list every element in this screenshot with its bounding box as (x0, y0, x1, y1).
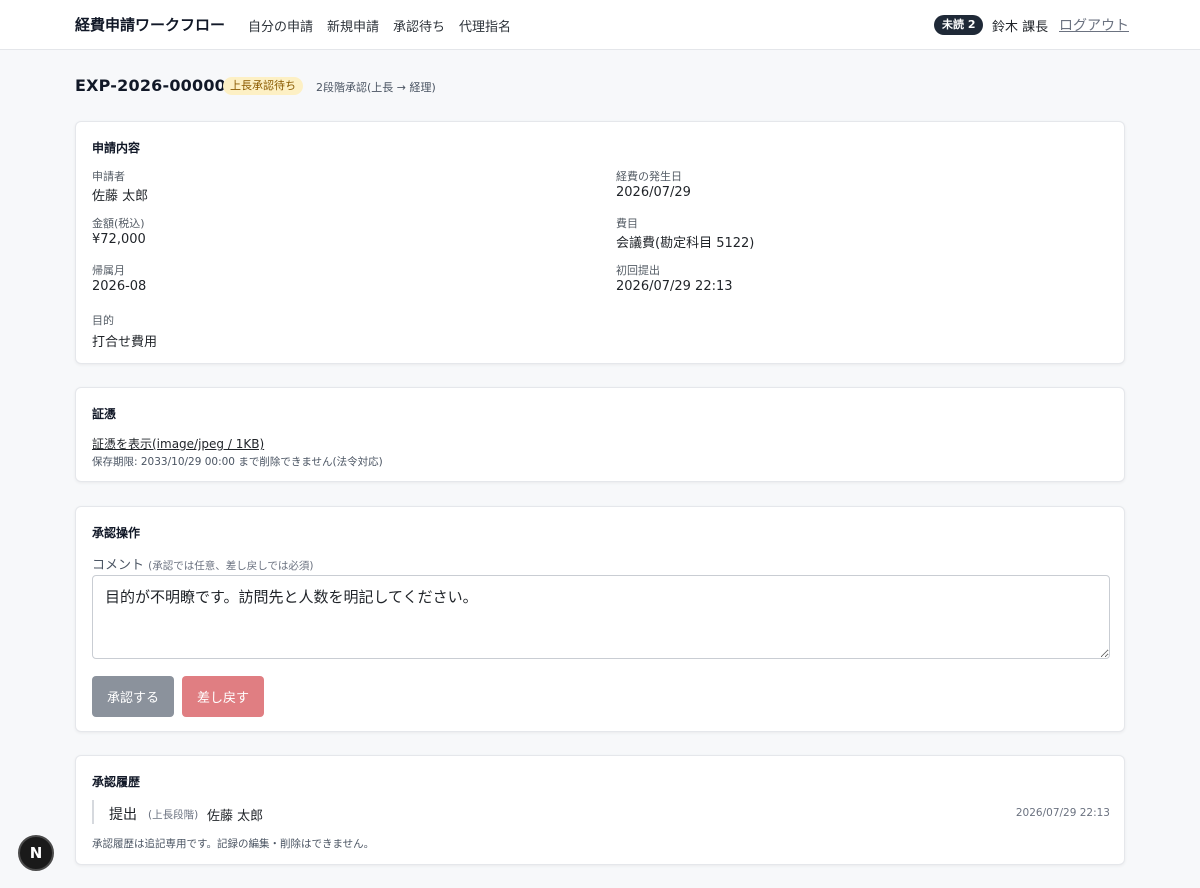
period-label: 帰属月 (92, 264, 125, 277)
date-value: 2026/07/29 (616, 185, 691, 200)
evidence-title: 証憑 (92, 407, 117, 421)
nav-my-requests[interactable]: 自分の申請 (248, 16, 313, 35)
approve-button[interactable]: 承認する (92, 676, 174, 717)
purpose-value: 打合せ費用 (92, 335, 158, 350)
amount-label: 金額(税込) (92, 217, 145, 230)
request-id: EXP-2026-000002 (75, 76, 238, 95)
unread-badge[interactable]: 未読 2 (934, 15, 984, 35)
user-name: 鈴木 課長 (992, 20, 1049, 35)
main-nav: 自分の申請 新規申請 承認待ち 代理指名 (248, 16, 525, 35)
logout-link[interactable]: ログアウト (1059, 15, 1129, 35)
history-entry: 提出 (上長段階) 佐藤 太郎 2026/07/29 22:13 (92, 800, 1110, 824)
status-badge: 上長承認待ち (223, 77, 303, 95)
period-value: 2026-08 (92, 279, 147, 294)
nav-new-request[interactable]: 新規申請 (327, 16, 379, 35)
comment-input[interactable]: 目的が不明瞭です。訪問先と人数を明記してください。 (92, 575, 1110, 659)
evidence-link[interactable]: 証憑を表示(image/jpeg / 1KB) (92, 435, 264, 452)
category-value: 会議費(勘定科目 5122) (616, 236, 755, 251)
approval-title: 承認操作 (92, 526, 141, 540)
approval-card: 承認操作 コメント (承認では任意、差し戻しでは必須) 目的が不明瞭です。訪問先… (75, 506, 1125, 732)
comment-label-text: コメント (92, 558, 145, 573)
top-bar: 経費申請ワークフロー 自分の申請 新規申請 承認待ち 代理指名 未読 2 鈴木 … (0, 0, 1200, 50)
reject-button[interactable]: 差し戻す (182, 676, 264, 717)
applicant-label: 申請者 (92, 170, 125, 183)
evidence-card: 証憑 証憑を表示(image/jpeg / 1KB) 保存期限: 2033/10… (75, 387, 1125, 482)
history-actor: 佐藤 太郎 (207, 809, 264, 824)
nav-delegate[interactable]: 代理指名 (459, 16, 511, 35)
history-stage: (上長段階) (148, 809, 199, 821)
history-title: 承認履歴 (92, 775, 141, 789)
nav-pending-approval[interactable]: 承認待ち (393, 16, 445, 35)
retention-note: 保存期限: 2033/10/29 00:00 まで削除できません(法令対応) (92, 456, 383, 468)
history-note: 承認履歴は追記専用です。記録の編集・削除はできません。 (92, 838, 375, 850)
app-title[interactable]: 経費申請ワークフロー (75, 14, 225, 35)
comment-hint: (承認では任意、差し戻しでは必須) (148, 560, 314, 572)
history-action: 提出 (109, 807, 137, 823)
category-label: 費目 (616, 217, 638, 230)
history-card: 承認履歴 提出 (上長段階) 佐藤 太郎 2026/07/29 22:13 承認… (75, 755, 1125, 865)
history-time: 2026/07/29 22:13 (1015, 807, 1110, 819)
purpose-label: 目的 (92, 314, 114, 327)
dev-tools-badge[interactable]: N (18, 835, 54, 871)
details-title: 申請内容 (92, 141, 141, 155)
submitted-label: 初回提出 (616, 264, 660, 277)
amount-value: ¥72,000 (92, 232, 146, 247)
date-label: 経費の発生日 (616, 170, 682, 183)
approval-flow: 2段階承認(上長 → 経理) (316, 81, 436, 94)
applicant-value: 佐藤 太郎 (92, 189, 149, 204)
submitted-value: 2026/07/29 22:13 (616, 279, 733, 294)
comment-label: コメント (承認では任意、差し戻しでは必須) (92, 554, 314, 573)
details-card: 申請内容 申請者 佐藤 太郎 金額(税込) ¥72,000 帰属月 2026-0… (75, 121, 1125, 364)
